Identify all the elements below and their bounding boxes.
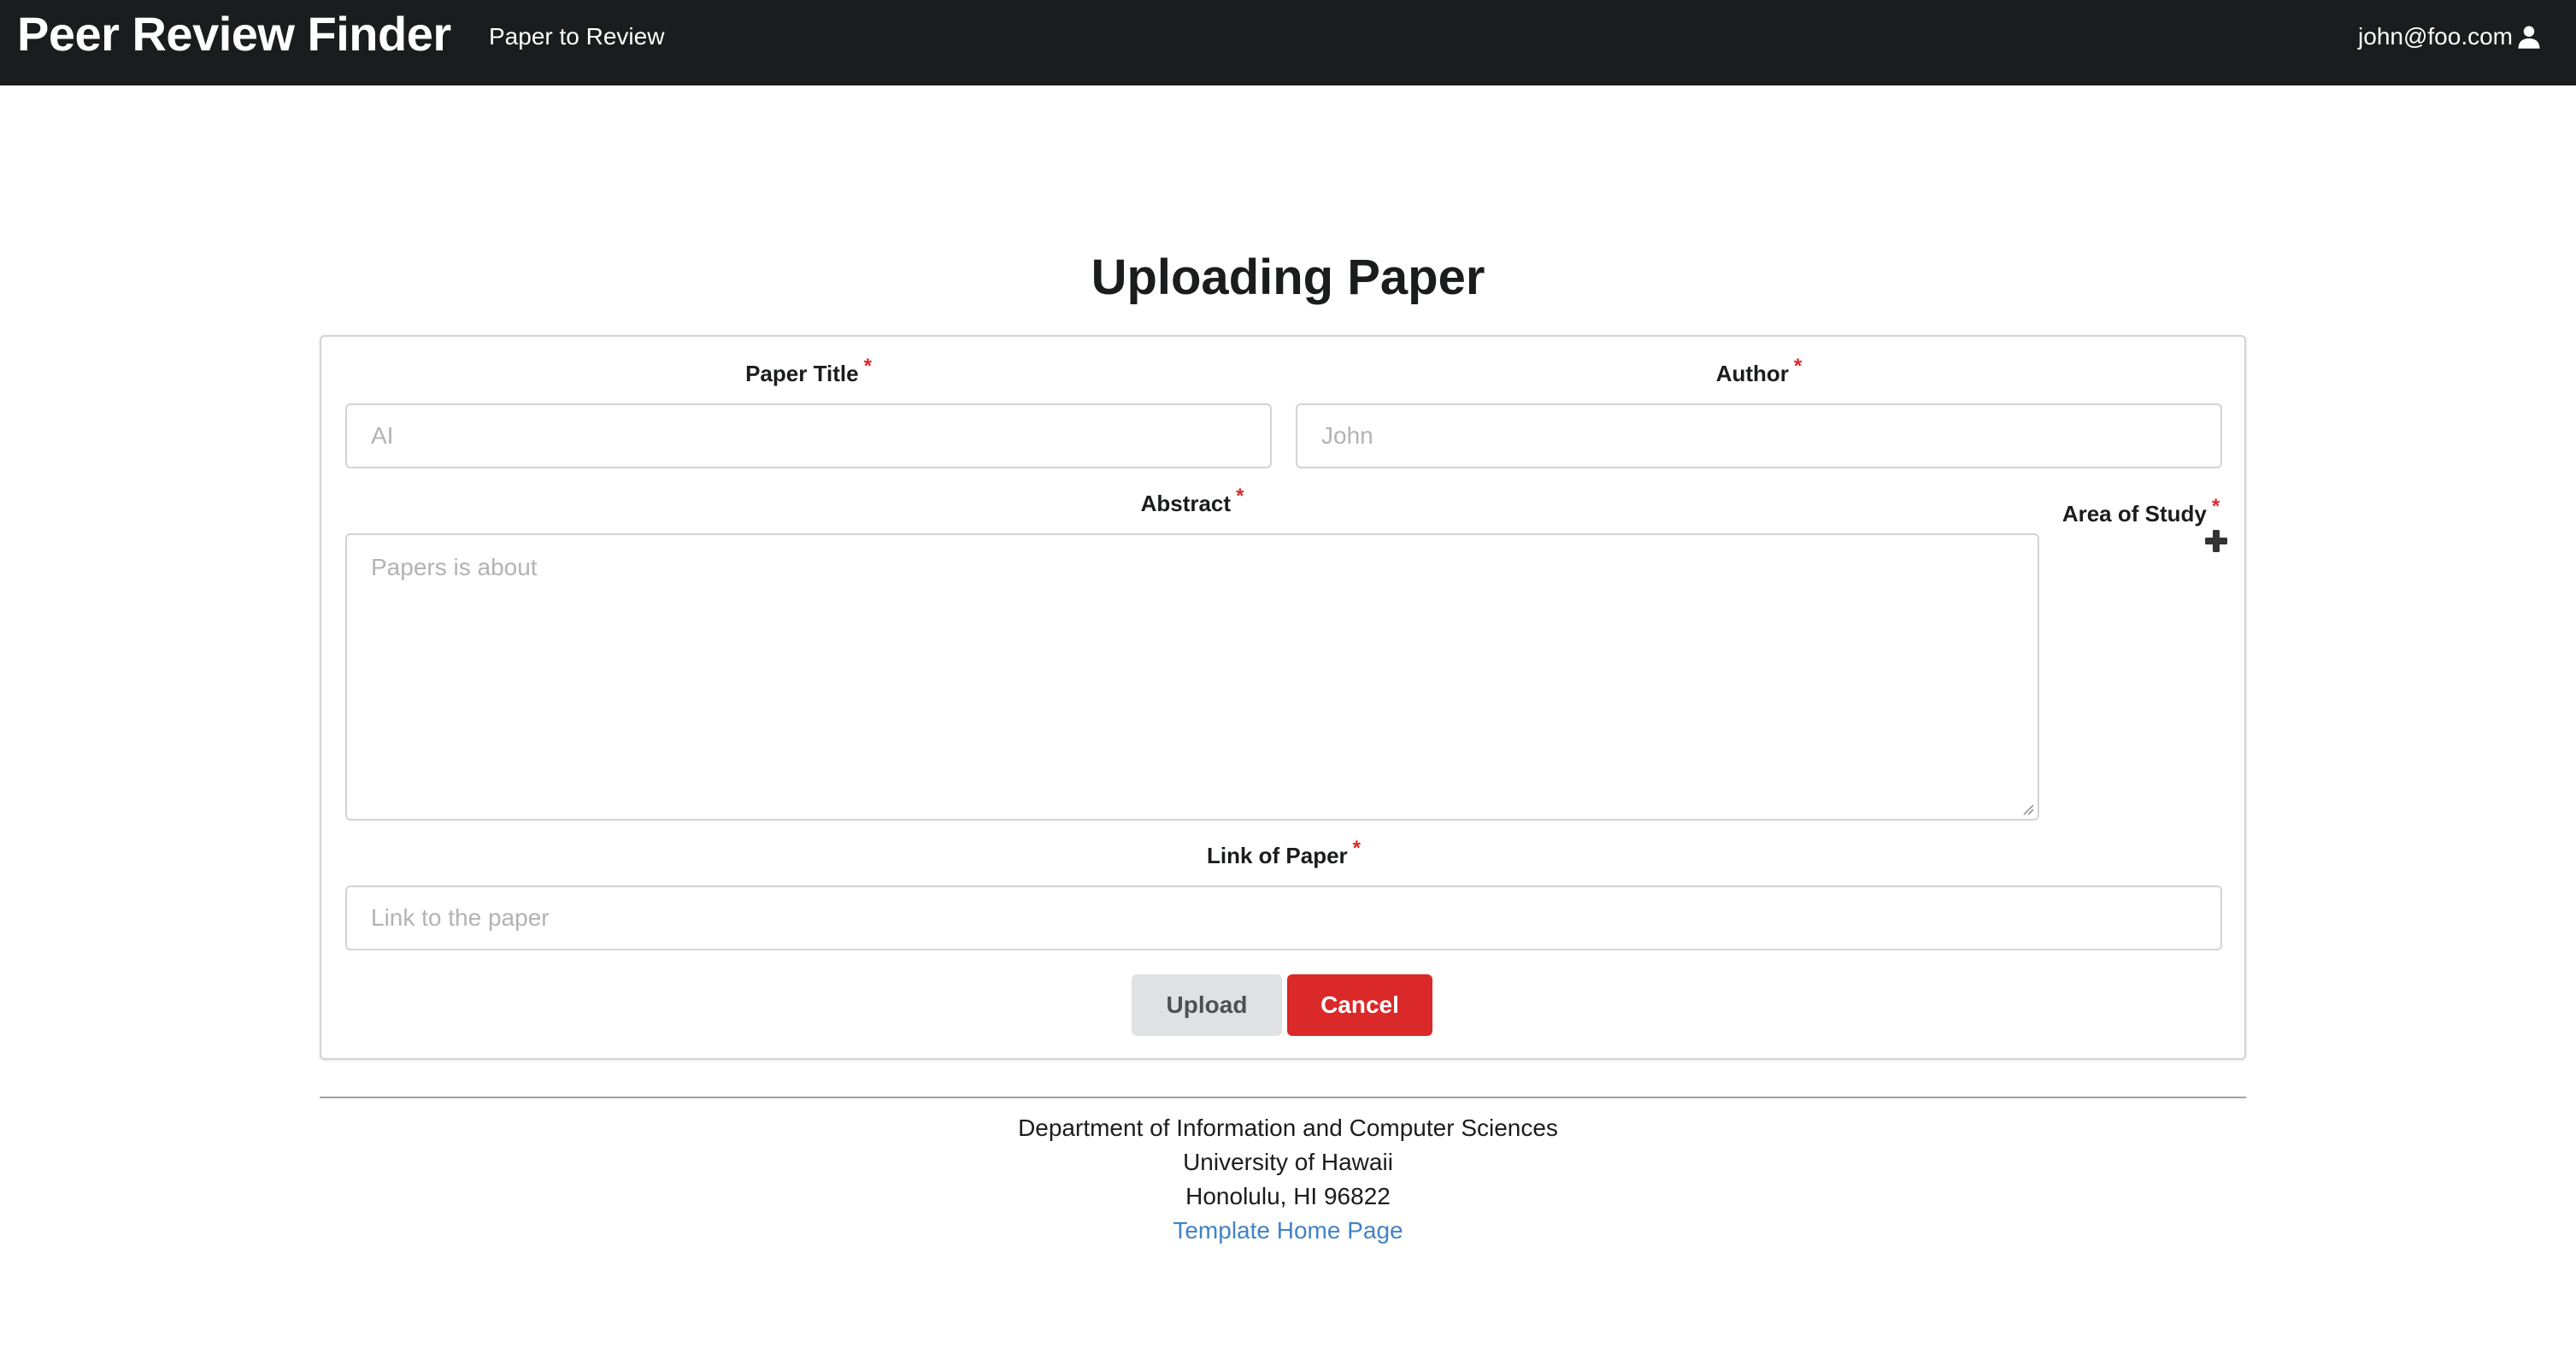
abstract-textarea[interactable]: Papers is about [345, 533, 2039, 821]
required-asterisk: * [1352, 837, 1362, 860]
brand-title[interactable]: Peer Review Finder [17, 0, 451, 68]
link-of-paper-label: Link of Paper * [1206, 837, 1362, 868]
required-asterisk: * [2211, 495, 2220, 518]
user-menu[interactable]: john@foo.com [2358, 0, 2542, 74]
required-asterisk: * [1236, 485, 1244, 508]
plus-icon[interactable] [2203, 528, 2229, 554]
link-of-paper-input[interactable]: Link to the paper [345, 885, 2222, 950]
top-navbar: Peer Review Finder Paper to Review john@… [0, 0, 2576, 85]
paper-title-label: Paper Title * [745, 355, 872, 386]
nav-link-paper-to-review[interactable]: Paper to Review [489, 0, 664, 74]
area-of-study-label: Area of Study * [2061, 495, 2220, 526]
user-icon [2518, 26, 2540, 49]
paper-title-placeholder: AI [371, 422, 394, 449]
upload-button[interactable]: Upload [1132, 974, 1282, 1036]
cancel-button[interactable]: Cancel [1287, 974, 1432, 1036]
footer-home-link[interactable]: Template Home Page [0, 1214, 2576, 1248]
footer-address: Honolulu, HI 96822 [1185, 1183, 1391, 1209]
footer-divider [320, 1097, 2246, 1098]
paper-title-input[interactable]: AI [345, 403, 1272, 468]
footer-university: University of Hawaii [1183, 1149, 1393, 1175]
author-input[interactable]: John [1296, 403, 2222, 468]
footer: Department of Information and Computer S… [0, 1111, 2576, 1248]
footer-department: Department of Information and Computer S… [1018, 1115, 1558, 1141]
link-of-paper-placeholder: Link to the paper [371, 904, 550, 931]
page-title: Uploading Paper [1091, 250, 1485, 305]
resize-handle-icon[interactable] [2020, 802, 2034, 815]
user-email[interactable]: john@foo.com [2358, 23, 2513, 50]
author-placeholder: John [1321, 422, 1373, 449]
abstract-placeholder: Papers is about [371, 554, 538, 580]
required-asterisk: * [863, 355, 872, 378]
author-label: Author * [1715, 355, 1803, 386]
upload-paper-form: Paper Title * AI Author * John Abstract * P… [320, 335, 2246, 1060]
required-asterisk: * [1793, 355, 1803, 378]
abstract-label: Abstract * [1140, 485, 1244, 516]
